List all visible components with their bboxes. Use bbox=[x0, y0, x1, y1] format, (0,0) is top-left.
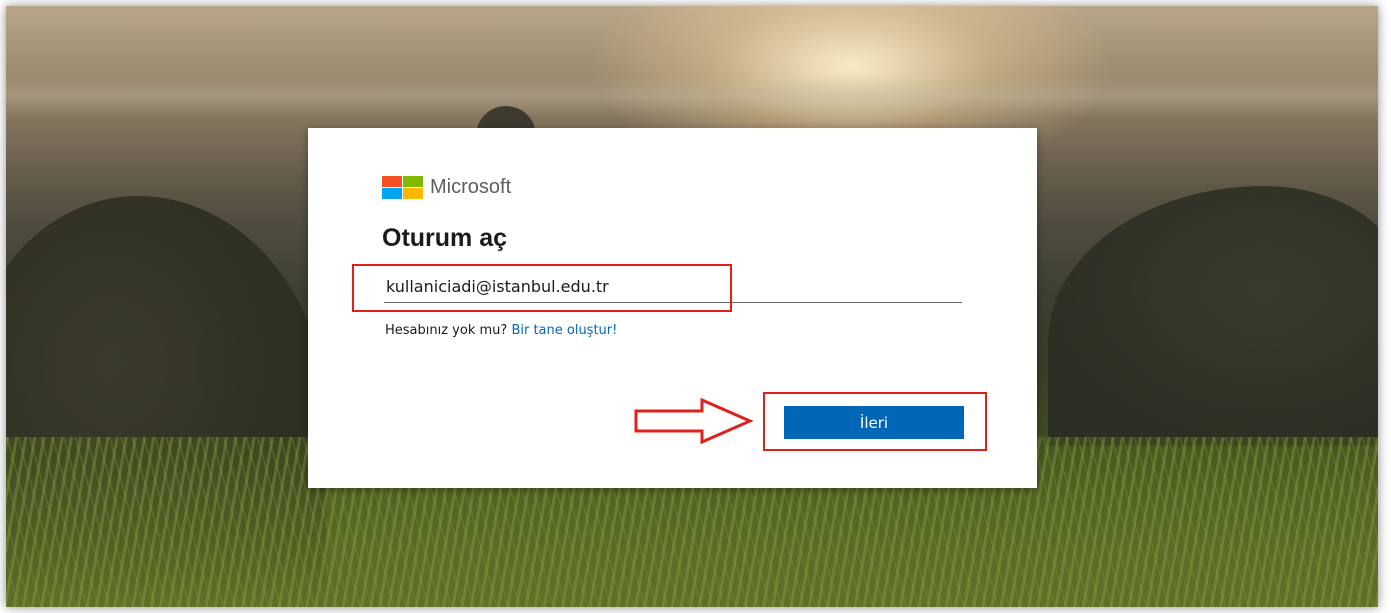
page-title: Oturum aç bbox=[382, 224, 508, 252]
next-button-highlight-box bbox=[763, 392, 987, 451]
create-account-link[interactable]: Bir tane oluştur! bbox=[511, 323, 617, 338]
no-account-text: Hesabınız yok mu? bbox=[385, 323, 508, 338]
email-highlight-box bbox=[352, 264, 732, 312]
microsoft-logo-icon bbox=[382, 176, 423, 199]
hill-right bbox=[1048, 186, 1378, 446]
no-account-hint: Hesabınız yok mu? Bir tane oluştur! bbox=[385, 323, 617, 338]
microsoft-logo: Microsoft bbox=[382, 176, 511, 199]
brand-name: Microsoft bbox=[430, 176, 512, 198]
right-arrow-icon bbox=[634, 398, 754, 444]
sky-haze bbox=[6, 76, 1378, 116]
